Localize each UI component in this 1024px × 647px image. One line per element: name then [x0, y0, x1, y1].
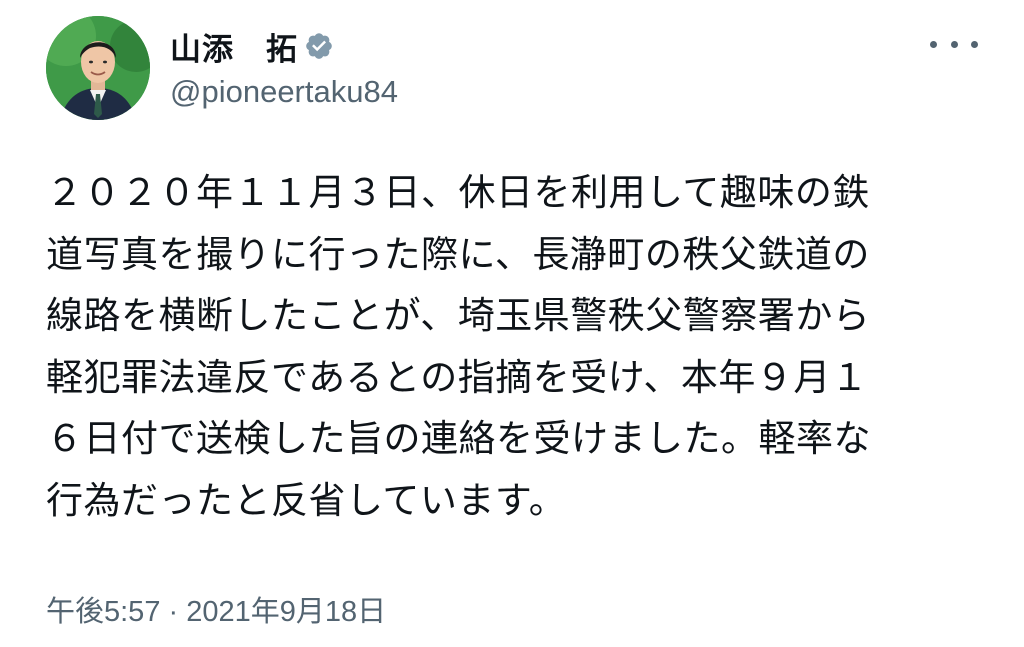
author-name-row: 山添 拓	[170, 24, 334, 68]
avatar-image	[46, 16, 150, 120]
display-name[interactable]: 山添 拓	[170, 24, 298, 69]
tweet-time: 午後5:57	[46, 596, 161, 628]
avatar[interactable]	[46, 16, 150, 120]
tweet-timestamp[interactable]: 午後5:57 · 2021年9月18日	[46, 588, 386, 630]
author-handle[interactable]: @pioneertaku84	[170, 74, 398, 110]
timestamp-separator: ·	[168, 596, 179, 628]
tweet-text: ２０２０年１１月３日、休日を利用して趣味の鉄 道写真を撮りに行った際に、長瀞町の…	[46, 171, 871, 522]
verified-badge-icon[interactable]	[304, 31, 334, 61]
tweet-date: 2021年9月18日	[186, 596, 387, 628]
more-options-icon[interactable]	[930, 28, 978, 60]
tweet: 山添 拓 @pioneertaku84 ２０２０年１１月３日、休日を利用して趣味…	[0, 0, 1024, 647]
